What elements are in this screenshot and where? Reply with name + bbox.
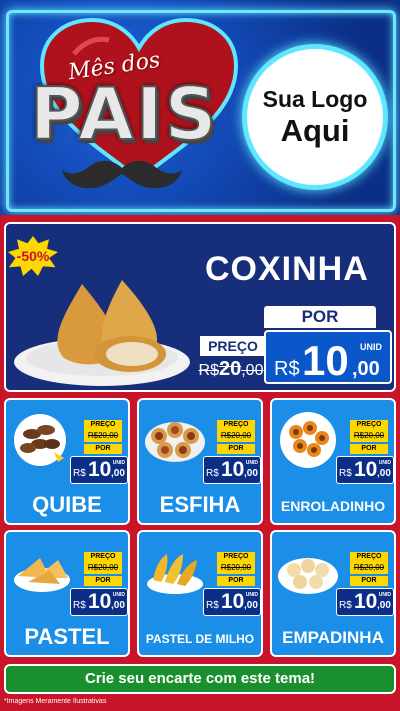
product-card-quibe: PREÇO R$20,00 POR R$ 10,00 UNID QUIBE: [4, 398, 130, 525]
product-name: PASTEL DE MILHO: [145, 632, 255, 646]
featured-name: COXINHA: [205, 250, 369, 288]
product-name: ESFIHA: [159, 492, 241, 517]
product-name: PASTEL: [24, 624, 110, 649]
title-main: PAIS: [29, 71, 219, 157]
esfiha-image: [145, 422, 205, 462]
logo-line-2: Aqui: [280, 112, 350, 148]
featured-price: R$ 10 ,00 UNID: [264, 330, 392, 384]
logo-placeholder: Sua Logo Aqui: [242, 44, 388, 190]
product-card-esfiha: PREÇO R$20,00 POR R$ 10,00 UNID ESFIHA: [137, 398, 263, 525]
logo-line-1: Sua Logo: [262, 85, 368, 112]
pastel-de-milho-image: [147, 554, 203, 594]
featured-old-price: R$20,00: [198, 358, 264, 380]
product-name: ENROLADINHO: [280, 498, 386, 514]
header-banner: Mês dos PAIS Sua Logo Aqui: [0, 0, 400, 215]
mustache-icon: [62, 160, 182, 189]
empadinha-image: [278, 558, 338, 594]
product-card-enroladinho: PREÇO R$20,00 POR R$ 10,00 UNID ENROLADINH…: [270, 398, 396, 525]
product-card-pastel-de-milho: PREÇO R$20,00 POR R$ 10,00 UNID PASTEL DE …: [137, 530, 263, 657]
pastel-image: [14, 558, 70, 592]
product-card-pastel: PREÇO R$20,00 POR R$ 10,00 UNID PASTEL: [4, 530, 130, 657]
product-name: EMPADINHA: [282, 628, 384, 647]
cta-banner[interactable]: Crie seu encarte com este tema!: [4, 664, 396, 694]
product-card-empadinha: PREÇO R$20,00 POR R$ 10,00 UNID EMPADINHA: [270, 530, 396, 657]
featured-por-label: POR: [264, 306, 376, 328]
enroladinho-image: [280, 412, 336, 468]
product-name: QUIBE: [32, 492, 102, 517]
quibe-image: [14, 414, 66, 466]
featured-preco-label: PREÇO: [198, 334, 268, 358]
disclaimer: *Imagens Meramente Ilustrativas: [4, 698, 107, 705]
